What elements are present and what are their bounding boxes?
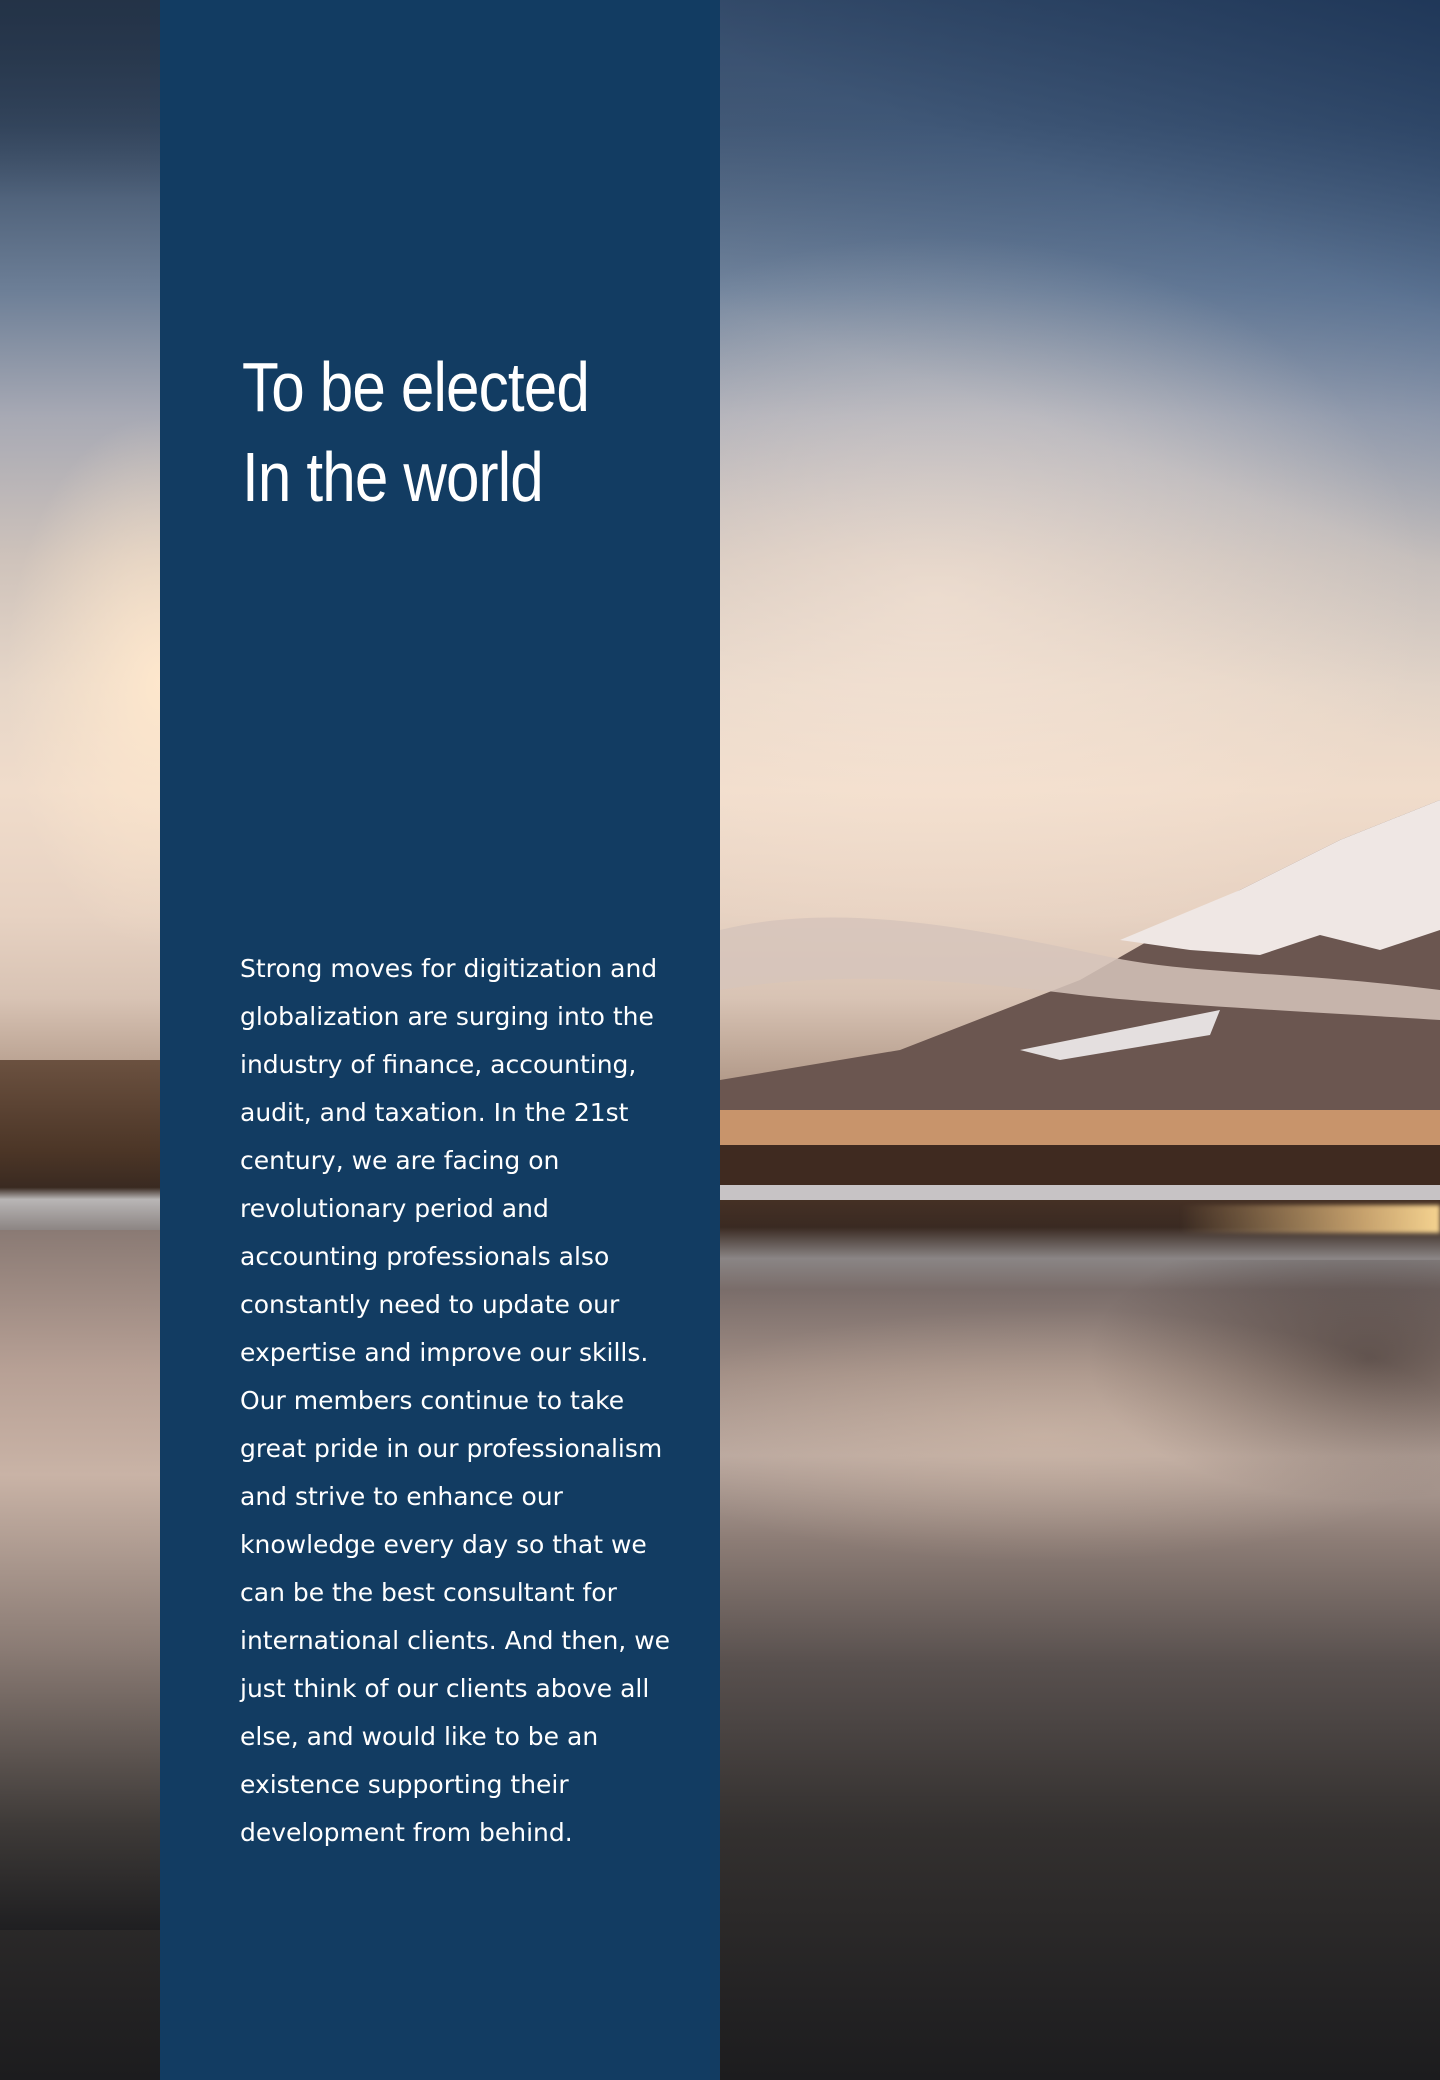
intro-text: Strong moves for digitization and global… xyxy=(240,945,680,1857)
lake-reflection-left xyxy=(0,1230,160,1930)
sky-left xyxy=(0,0,160,1100)
shore-left xyxy=(0,1060,160,1230)
content-panel: To be elected In the world Strong moves … xyxy=(160,0,720,2080)
hero-title: To be elected In the world xyxy=(242,342,590,522)
intro-paragraph-2: Our members continue to take great pride… xyxy=(240,1386,671,1847)
hero-title-line-2: In the world xyxy=(242,438,544,516)
lake-reflection xyxy=(720,1260,1440,1760)
mountain-illustration xyxy=(720,800,1440,1200)
intro-paragraph-1: Strong moves for digitization and global… xyxy=(240,954,658,1367)
hero-title-line-1: To be elected xyxy=(242,348,590,426)
town-lights xyxy=(1180,1205,1440,1233)
